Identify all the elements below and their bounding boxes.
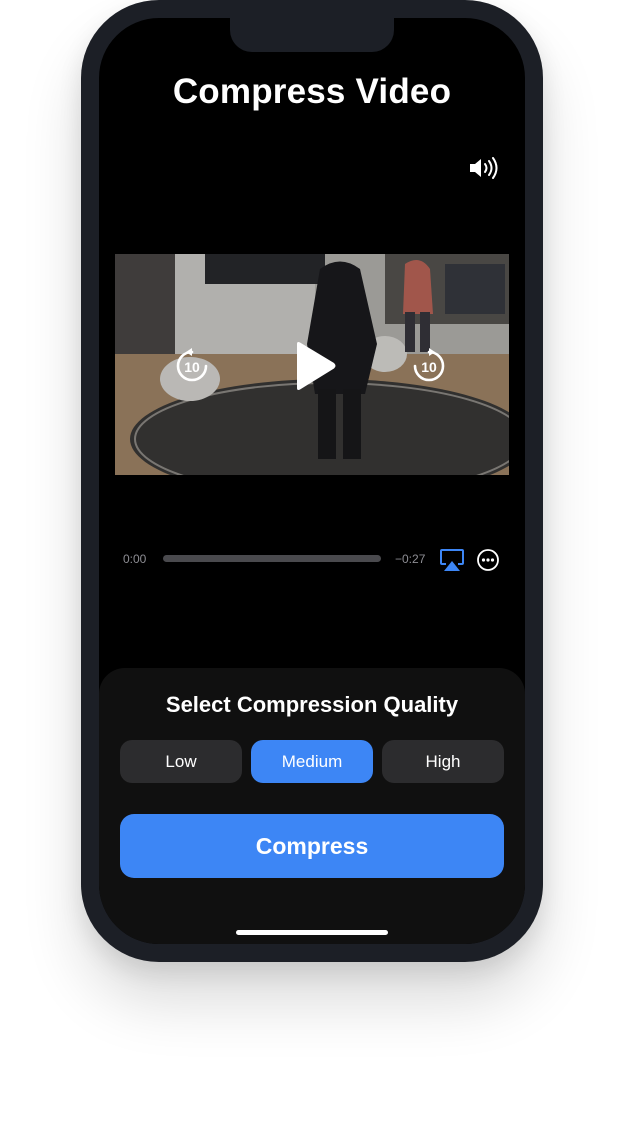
home-indicator <box>236 930 388 935</box>
skip-forward-10-icon: 10 <box>413 348 445 382</box>
skip-back-10-icon: 10 <box>176 348 208 382</box>
more-options-button[interactable] <box>476 548 500 572</box>
phone-frame: Compress Video 10 10 0:00 −0:27 Select C… <box>81 0 543 962</box>
airplay-icon <box>440 549 464 571</box>
skip-back-label: 10 <box>184 359 200 375</box>
airplay-button[interactable] <box>439 548 465 572</box>
video-preview[interactable]: 10 10 <box>115 254 509 475</box>
skip-forward-button[interactable]: 10 <box>410 347 448 385</box>
playback-scrubber[interactable] <box>163 555 381 562</box>
compress-button[interactable]: Compress <box>120 814 504 878</box>
volume-button[interactable] <box>467 154 501 182</box>
quality-option-high[interactable]: High <box>382 740 504 783</box>
elapsed-time: 0:00 <box>123 552 147 566</box>
ellipsis-circle-icon <box>477 549 499 571</box>
compression-panel: Select Compression Quality Low Medium Hi… <box>99 668 525 944</box>
app-screen: Compress Video 10 10 0:00 −0:27 Select C… <box>99 18 525 944</box>
speaker-wave-icon <box>470 157 498 179</box>
play-button[interactable] <box>287 340 339 392</box>
remaining-time: −0:27 <box>395 552 426 566</box>
device-notch <box>230 18 394 52</box>
skip-back-button[interactable]: 10 <box>173 347 211 385</box>
quality-section-title: Select Compression Quality <box>165 692 459 717</box>
quality-option-low[interactable]: Low <box>120 740 242 783</box>
skip-forward-label: 10 <box>421 359 437 375</box>
play-icon <box>297 342 336 390</box>
quality-option-medium[interactable]: Medium <box>251 740 373 783</box>
page-title: Compress Video <box>172 72 452 111</box>
